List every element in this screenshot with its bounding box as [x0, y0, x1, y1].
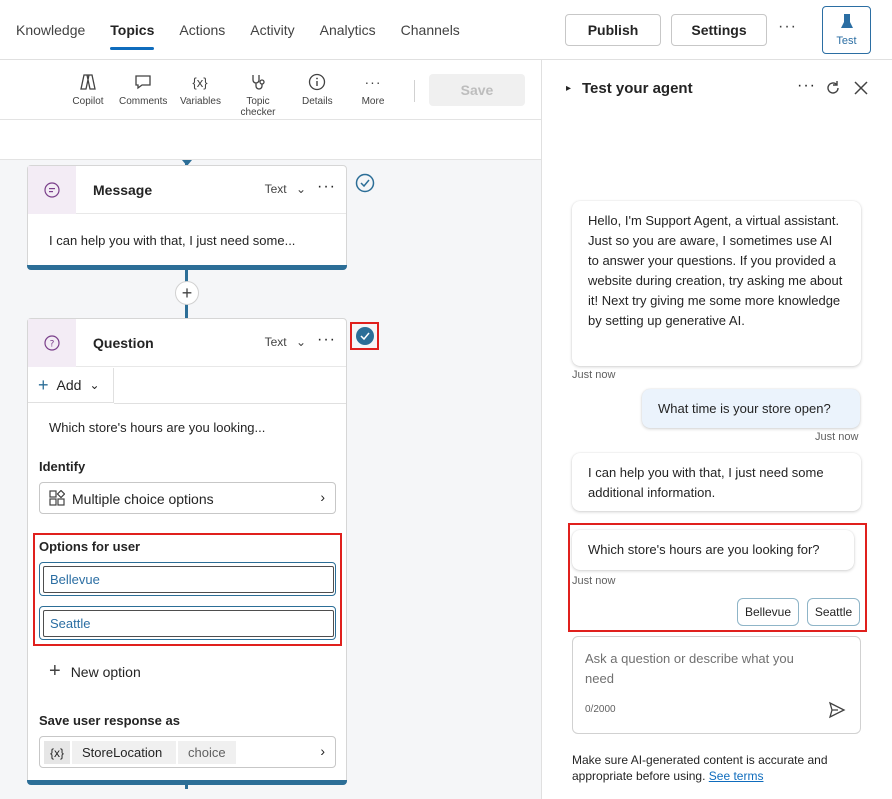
bot-reply-bubble: I can help you with that, I just need so… — [572, 453, 861, 511]
save-as-label: Save user response as — [39, 713, 180, 728]
disclaimer: Make sure AI-generated content is accura… — [572, 752, 862, 784]
tab-analytics[interactable]: Analytics — [320, 0, 376, 60]
message-node[interactable]: Message Text ⌄ ··· I can help you with t… — [27, 165, 347, 270]
top-navigation: Knowledge Topics Actions Activity Analyt… — [0, 0, 892, 60]
more-tool[interactable]: ··· More — [360, 72, 386, 107]
toolbar-divider — [414, 80, 415, 102]
connector-bottom — [185, 784, 188, 789]
details-tool[interactable]: Details — [302, 72, 333, 107]
identify-label: Identify — [39, 459, 86, 474]
chat-input-box[interactable]: Ask a question or describe what you need… — [572, 636, 861, 734]
save-button[interactable]: Save — [429, 74, 525, 106]
details-label: Details — [302, 96, 333, 107]
new-option-label: New option — [70, 663, 141, 680]
canvas-header-band — [0, 120, 541, 160]
highlight-options — [33, 533, 342, 646]
add-node-button[interactable]: + — [175, 281, 199, 305]
authoring-canvas: Copilot Comments {x} Variables Topic che… — [0, 60, 541, 799]
comments-tool[interactable]: Comments — [119, 72, 167, 107]
copilot-label: Copilot — [72, 96, 104, 107]
send-icon[interactable] — [828, 701, 846, 719]
canvas-toolbar: Copilot Comments {x} Variables Topic che… — [0, 60, 541, 120]
tab-actions[interactable]: Actions — [179, 0, 225, 60]
message-type-dropdown[interactable]: Text ⌄ — [265, 182, 306, 196]
question-icon: ? — [28, 319, 76, 367]
chevron-down-icon: ⌄ — [295, 335, 306, 349]
add-label: Add — [56, 377, 82, 393]
collapse-caret-icon[interactable]: ▸ — [566, 83, 571, 94]
add-toolbar-line — [114, 403, 346, 404]
message-type-label: Text — [264, 182, 287, 196]
plus-icon: + — [181, 282, 193, 303]
variable-name: StoreLocation — [72, 741, 176, 764]
topic-checker-label: Topic checker — [240, 96, 276, 118]
copilot-tool[interactable]: Copilot — [71, 72, 105, 107]
question-type-dropdown[interactable]: Text ⌄ — [265, 335, 306, 349]
nav-tabs: Knowledge Topics Actions Activity Analyt… — [16, 0, 485, 60]
disclaimer-text: Make sure AI-generated content is accura… — [572, 753, 828, 783]
plus-icon: + — [38, 374, 49, 395]
svg-text:?: ? — [50, 340, 55, 350]
tab-channels[interactable]: Channels — [401, 0, 460, 60]
question-node-more-icon[interactable]: ··· — [317, 331, 336, 349]
test-label: Test — [836, 35, 857, 47]
variable-icon: {x} — [44, 741, 70, 764]
chevron-down-icon: ⌄ — [295, 182, 306, 196]
question-type-label: Text — [264, 335, 287, 349]
more-options-icon[interactable]: ··· — [778, 18, 797, 36]
message-node-more-icon[interactable]: ··· — [317, 178, 336, 196]
user-timestamp: Just now — [815, 431, 859, 443]
char-count: 0/2000 — [585, 704, 616, 715]
message-icon — [28, 166, 76, 214]
chevron-right-icon: › — [320, 489, 325, 505]
chevron-right-icon: › — [320, 743, 325, 759]
chat-input[interactable]: Ask a question or describe what you need — [585, 649, 825, 689]
tab-topics[interactable]: Topics — [110, 0, 155, 60]
test-agent-panel: ▸ Test your agent ··· Hello, I'm Support… — [542, 60, 892, 799]
plus-icon: + — [49, 660, 61, 682]
see-terms-link[interactable]: See terms — [709, 769, 764, 783]
refresh-icon[interactable] — [825, 80, 841, 96]
add-dropdown[interactable]: + Add ⌄ — [28, 368, 114, 403]
message-node-text: I can help you with that, I just need so… — [49, 233, 296, 248]
variable-type: choice — [178, 741, 236, 764]
new-option-button[interactable]: + New option — [49, 660, 141, 683]
message-node-title: Message — [93, 182, 153, 198]
identify-selector[interactable]: Multiple choice options › — [39, 482, 336, 514]
topic-checker-tool[interactable]: Topic checker — [228, 72, 288, 118]
grid-options-icon — [49, 490, 65, 506]
info-icon — [308, 73, 326, 91]
panel-title: Test your agent — [582, 80, 693, 97]
settings-button[interactable]: Settings — [671, 14, 767, 46]
variables-label: Variables — [180, 96, 221, 107]
greeting-timestamp: Just now — [572, 369, 616, 381]
user-message-bubble: What time is your store open? — [642, 389, 860, 428]
variables-tool[interactable]: {x} Variables — [180, 72, 221, 108]
close-icon[interactable] — [854, 81, 868, 95]
more-horizontal-icon: ··· — [364, 74, 382, 90]
question-node-title: Question — [93, 335, 154, 351]
check-circle-icon[interactable] — [355, 173, 375, 193]
stethoscope-icon — [252, 75, 265, 90]
test-button[interactable]: Test — [822, 6, 871, 54]
save-variable-selector[interactable]: {x} StoreLocation choice › — [39, 736, 336, 768]
comments-label: Comments — [119, 96, 168, 107]
highlight-chat-choices — [568, 523, 867, 632]
comment-icon — [135, 75, 151, 90]
variable-icon: {x} — [192, 74, 208, 90]
flask-icon — [841, 14, 853, 28]
publish-button[interactable]: Publish — [565, 14, 661, 46]
identify-value: Multiple choice options — [72, 491, 214, 507]
panel-more-icon[interactable]: ··· — [797, 77, 816, 95]
highlight-check — [350, 322, 379, 350]
tab-activity[interactable]: Activity — [250, 0, 294, 60]
copilot-icon — [80, 74, 96, 90]
chevron-down-icon: ⌄ — [89, 378, 100, 392]
question-node-header: ? Question Text ⌄ ··· — [28, 319, 346, 367]
question-prompt: Which store's hours are you looking... — [49, 420, 266, 435]
tab-knowledge[interactable]: Knowledge — [16, 0, 85, 60]
message-node-header: Message Text ⌄ ··· — [28, 166, 346, 214]
bot-greeting-bubble: Hello, I'm Support Agent, a virtual assi… — [572, 201, 861, 366]
more-label: More — [361, 96, 385, 107]
